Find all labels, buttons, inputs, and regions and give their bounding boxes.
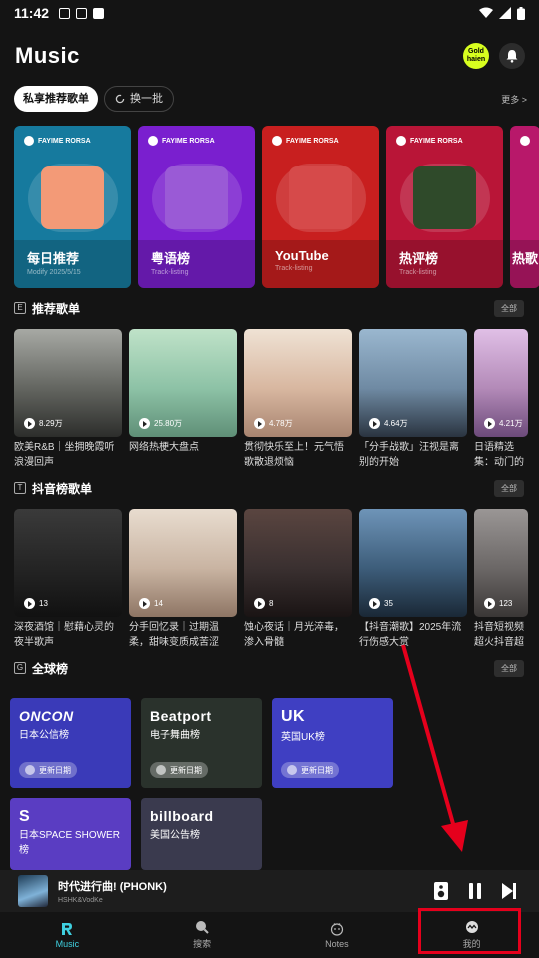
annotation-arrow	[401, 644, 468, 852]
annotation-highlight-box	[418, 908, 521, 954]
